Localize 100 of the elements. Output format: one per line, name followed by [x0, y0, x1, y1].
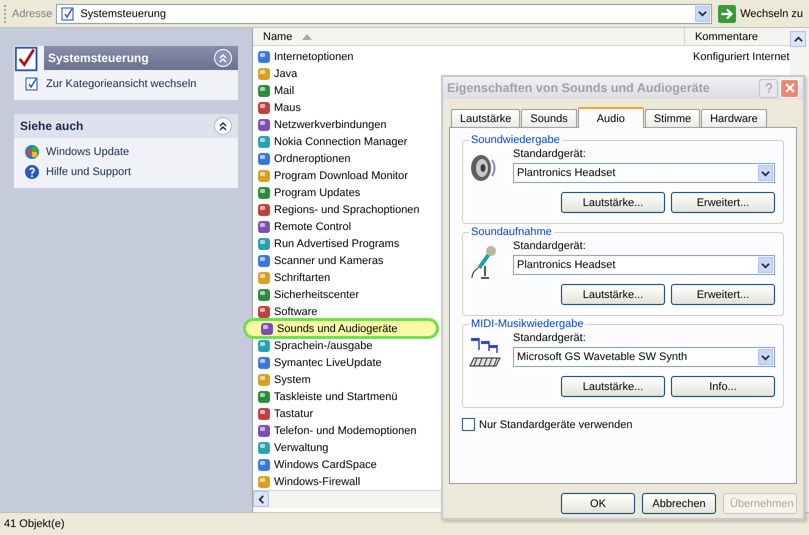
- applet-icon: [257, 66, 271, 81]
- panel-header[interactable]: Siehe auch: [14, 114, 238, 138]
- list-item[interactable]: Maus: [253, 99, 301, 116]
- dialog-button[interactable]: Erweitert...: [671, 284, 775, 305]
- go-button[interactable]: Wechseln zu: [716, 4, 805, 22]
- task-link[interactable]: Zur Kategorieansicht wechseln: [46, 78, 196, 90]
- applet-icon: [257, 288, 271, 302]
- list-item[interactable]: Telefon- und Modemoptionen: [253, 422, 416, 440]
- chevron-icon: [218, 53, 228, 63]
- scroll-up-button[interactable]: [790, 31, 806, 47]
- applet-icon: [257, 186, 271, 200]
- dialog-button[interactable]: Erweitert...: [671, 192, 775, 213]
- close-icon: [784, 83, 794, 93]
- list-item[interactable]: Software: [253, 303, 318, 320]
- control-panel-icon: [24, 76, 40, 92]
- list-item[interactable]: Ordneroptionen: [253, 150, 350, 168]
- panel-title: Systemsteuerung: [48, 51, 150, 65]
- list-item[interactable]: Mail: [253, 82, 294, 100]
- device-dropdown[interactable]: Microsoft GS Wavetable SW Synth: [513, 347, 775, 367]
- group-title: MIDI-Musikwiedergabe: [470, 318, 584, 330]
- list-item[interactable]: Taskleiste und Startmenü: [253, 388, 398, 406]
- device-dropdown[interactable]: Plantronics Headset: [513, 163, 775, 183]
- address-field[interactable]: Systemsteuerung: [56, 4, 712, 24]
- list-item[interactable]: Run Advertised Programs: [253, 235, 400, 252]
- list-item[interactable]: Java: [253, 65, 298, 82]
- dialog-button[interactable]: OK: [561, 493, 635, 514]
- dialog-button[interactable]: Lautstärke...: [561, 284, 665, 305]
- dropdown-button[interactable]: [758, 349, 773, 365]
- scroll-left-button[interactable]: [253, 491, 269, 508]
- list-item[interactable]: Sprachein-/ausgabe: [253, 337, 372, 354]
- applet-icon: [257, 152, 271, 166]
- dropdown-button[interactable]: [758, 257, 773, 273]
- applet-icon: [257, 390, 271, 404]
- applet-icon: [257, 202, 271, 217]
- list-item[interactable]: Scanner und Kameras: [253, 252, 384, 270]
- help-icon: [764, 83, 772, 93]
- microphone-icon: [469, 244, 499, 280]
- dialog-button[interactable]: Info...: [671, 376, 775, 397]
- list-item[interactable]: Sounds und Audiogeräte: [243, 318, 439, 340]
- list-item[interactable]: Nokia Connection Manager: [253, 133, 408, 150]
- chevron-icon: [218, 121, 228, 131]
- column-header[interactable]: Name: [253, 28, 685, 46]
- arrow-icon: [718, 4, 736, 22]
- globe-icon: [24, 144, 40, 160]
- dialog-button[interactable]: Lautstärke...: [561, 376, 665, 397]
- applet-icon: [257, 118, 271, 132]
- window-title: Eigenschaften von Sounds und Audiogeräte: [447, 81, 711, 95]
- panel-header[interactable]: Systemsteuerung: [44, 46, 238, 70]
- dropdown-button[interactable]: [695, 6, 710, 22]
- applet-icon: [257, 424, 271, 438]
- applet-icon: [257, 236, 271, 251]
- list-item[interactable]: Netzwerkverbindungen: [253, 116, 387, 134]
- applet-icon: [257, 458, 271, 472]
- help-icon: [24, 164, 40, 180]
- applet-icon: [257, 338, 271, 353]
- close-button[interactable]: [780, 78, 799, 98]
- applet-icon: [257, 168, 271, 183]
- applet-icon: [257, 304, 271, 319]
- list-item[interactable]: Sicherheitscenter: [253, 286, 359, 304]
- list-item[interactable]: Remote Control: [253, 218, 352, 236]
- list-item[interactable]: Schriftarten: [253, 269, 330, 286]
- group-title: Soundwiedergabe: [470, 134, 561, 146]
- tab[interactable]: Lautstärke: [451, 109, 520, 127]
- group-title: Soundaufnahme: [470, 226, 553, 238]
- field-label: Standardgerät:: [513, 332, 587, 344]
- applet-icon: [257, 100, 271, 115]
- tab[interactable]: Stimme: [644, 109, 700, 127]
- list-item[interactable]: Verwaltung: [253, 439, 328, 456]
- list-item[interactable]: Symantec LiveUpdate: [253, 354, 382, 372]
- applet-icon: [257, 254, 271, 268]
- comment-cell: Konfiguriert Internet: [693, 50, 790, 63]
- list-item[interactable]: Windows CardSpace: [253, 456, 377, 474]
- tab[interactable]: Hardware: [701, 109, 767, 127]
- applet-icon: [257, 440, 271, 455]
- list-item[interactable]: Internetoptionen: [253, 48, 354, 66]
- applet-icon: [257, 50, 271, 64]
- tab[interactable]: Audio: [578, 107, 644, 128]
- list-item[interactable]: Program Updates: [253, 184, 360, 202]
- tab[interactable]: Sounds: [521, 109, 577, 127]
- list-item[interactable]: Tastatur: [253, 405, 314, 422]
- keyboard-music-icon: [469, 336, 503, 368]
- applet-icon: [257, 474, 271, 489]
- status-text: 41 Objekt(e): [4, 518, 65, 530]
- list-item[interactable]: Regions- und Sprachoptionen: [253, 201, 420, 218]
- applet-icon: [257, 270, 271, 285]
- task-link[interactable]: Hilfe und Support: [46, 166, 131, 178]
- applet-icon: [257, 84, 271, 98]
- checkbox[interactable]: [462, 418, 475, 431]
- dialog-button[interactable]: Abbrechen: [642, 493, 716, 514]
- device-dropdown[interactable]: Plantronics Headset: [513, 255, 775, 275]
- collapse-button[interactable]: [214, 117, 232, 135]
- list-item[interactable]: Program Download Monitor: [253, 167, 408, 184]
- control-panel-icon: [60, 6, 76, 22]
- dropdown-button[interactable]: [758, 165, 773, 181]
- task-link[interactable]: Windows Update: [46, 146, 130, 158]
- list-item[interactable]: System: [253, 371, 311, 388]
- checkbox-label: Nur Standardgeräte verwenden: [479, 418, 632, 430]
- dialog-button[interactable]: Lautstärke...: [561, 192, 665, 213]
- list-item[interactable]: Windows-Firewall: [253, 473, 360, 490]
- column-header[interactable]: Kommentare: [685, 28, 790, 46]
